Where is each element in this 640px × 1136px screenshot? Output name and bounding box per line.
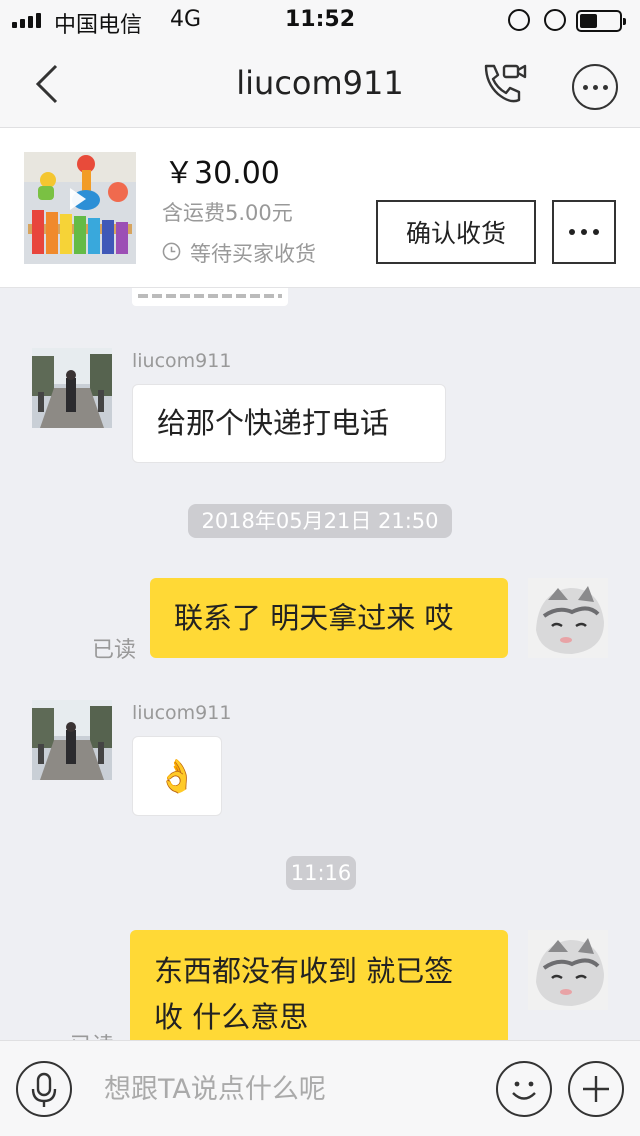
incoming-message[interactable]: 给那个快递打电话 — [132, 384, 446, 463]
input-bar — [0, 1040, 640, 1136]
more-actions-button[interactable] — [568, 1061, 624, 1117]
outgoing-message[interactable]: 联系了 明天拿过来 哎 — [150, 578, 508, 658]
order-card[interactable]: ￥30.00 含运费5.00元 等待买家收货 确认收货 — [0, 128, 640, 288]
incoming-emoji-message[interactable]: 👌 — [132, 736, 222, 816]
plus-icon — [583, 1076, 609, 1102]
my-avatar[interactable] — [528, 578, 608, 658]
alarm-icon — [544, 9, 566, 31]
previous-message-card — [132, 288, 288, 306]
nav-bar: liucom911 — [0, 40, 640, 128]
shipping-fee: 含运费5.00元 — [162, 201, 293, 225]
contact-avatar[interactable] — [32, 700, 112, 780]
emoji-button[interactable] — [496, 1061, 552, 1117]
message-timestamp: 11:16 — [286, 856, 356, 890]
microphone-icon — [31, 1072, 57, 1107]
smiley-icon — [512, 1081, 536, 1100]
rotation-lock-icon — [508, 9, 530, 31]
message-timestamp: 2018年05月21日 21:50 — [188, 504, 452, 538]
contact-avatar[interactable] — [32, 348, 112, 428]
sender-name: liucom911 — [132, 702, 232, 724]
page-title: liucom911 — [236, 64, 404, 102]
product-image[interactable] — [24, 152, 136, 264]
order-status: 等待买家收货 — [190, 242, 316, 266]
read-receipt: 已读 — [92, 638, 137, 663]
order-price: ￥30.00 — [164, 156, 280, 191]
message-text-line: 收 什么意思 — [154, 1000, 309, 1034]
more-options-icon[interactable] — [572, 64, 618, 110]
my-avatar[interactable] — [528, 930, 608, 1010]
outgoing-message[interactable]: 东西都没有收到 就已签 收 什么意思 — [130, 930, 508, 1054]
clock-icon — [162, 242, 181, 261]
voice-input-button[interactable] — [16, 1061, 72, 1117]
message-text-line: 东西都没有收到 就已签 — [154, 954, 454, 988]
sender-name: liucom911 — [132, 350, 232, 372]
status-bar: 中国电信 4G 11:52 — [0, 0, 640, 40]
confirm-receipt-button[interactable]: 确认收货 — [376, 200, 536, 264]
order-more-button[interactable] — [552, 200, 616, 264]
voice-video-call-icon[interactable] — [480, 62, 528, 106]
battery-icon — [576, 10, 626, 32]
message-input[interactable] — [104, 1065, 484, 1113]
